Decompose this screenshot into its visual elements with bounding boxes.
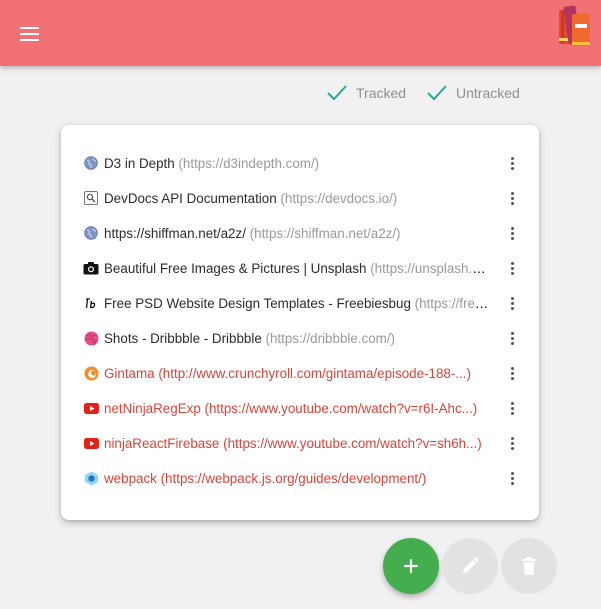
bookmark-row[interactable]: netNinjaRegExp (https://www.youtube.com/… bbox=[61, 393, 539, 423]
bookmark-url: (https://dribbble.com/) bbox=[265, 331, 396, 346]
tracked-filter-label: Tracked bbox=[356, 85, 407, 101]
bookmark-url: (https://freebiesbug.com/psd-freebies/) bbox=[414, 296, 492, 311]
bookmark-url: (http://www.crunchyroll.com/gintama/epis… bbox=[158, 366, 471, 381]
pencil-icon bbox=[463, 557, 479, 573]
bookmark-url: (https://webpack.js.org/guides/developme… bbox=[160, 471, 427, 486]
bookmark-row[interactable]: Gintama (http://www.crunchyroll.com/gint… bbox=[61, 358, 539, 388]
more-vertical-icon[interactable] bbox=[505, 433, 519, 453]
bookmark-row[interactable]: Beautiful Free Images & Pictures | Unspl… bbox=[61, 253, 539, 283]
more-vertical-icon[interactable] bbox=[505, 328, 519, 348]
bookmark-row[interactable]: Shots - Dribbble - Dribbble (https://dri… bbox=[61, 323, 539, 353]
add-bookmark-button[interactable] bbox=[383, 538, 439, 594]
untracked-filter[interactable]: Untracked bbox=[426, 82, 520, 104]
bookmark-url: (https://devdocs.io/) bbox=[280, 191, 398, 206]
filter-bar: Tracked Untracked bbox=[0, 82, 601, 104]
more-vertical-icon[interactable] bbox=[505, 153, 519, 173]
bookmark-title: Beautiful Free Images & Pictures | Unspl… bbox=[104, 261, 367, 276]
youtube-icon bbox=[83, 435, 99, 451]
bookmark-title: netNinjaRegExp bbox=[104, 401, 201, 416]
bookmark-title: ninjaReactFirebase bbox=[104, 436, 220, 451]
bookmark-title: webpack bbox=[104, 471, 157, 486]
bookmark-url: (https://unsplash.com/) bbox=[370, 261, 492, 276]
check-icon bbox=[327, 85, 347, 101]
more-vertical-icon[interactable] bbox=[505, 258, 519, 278]
edit-bookmark-button[interactable] bbox=[442, 538, 498, 594]
bookmark-url: (https://shiffman.net/a2z/) bbox=[249, 226, 401, 241]
webpack-icon bbox=[83, 470, 99, 486]
bookmark-row[interactable]: D3 in Depth (https://d3indepth.com/) bbox=[61, 148, 539, 178]
bookmark-title: Shots - Dribbble - Dribbble bbox=[104, 331, 262, 346]
bookmark-title: Free PSD Website Design Templates - Free… bbox=[104, 296, 411, 311]
plus-icon bbox=[403, 558, 419, 574]
devdocs-icon bbox=[83, 190, 99, 206]
bookmark-title: https://shiffman.net/a2z/ bbox=[104, 226, 246, 241]
more-vertical-icon[interactable] bbox=[505, 363, 519, 383]
books-logo-icon bbox=[559, 5, 590, 46]
bookmark-url: (https://d3indepth.com/) bbox=[178, 156, 320, 171]
tracked-filter[interactable]: Tracked bbox=[326, 82, 406, 104]
more-vertical-icon[interactable] bbox=[505, 188, 519, 208]
more-vertical-icon[interactable] bbox=[505, 293, 519, 313]
bookmark-list-card: D3 in Depth (https://d3indepth.com/) Dev… bbox=[61, 125, 539, 520]
globe-icon bbox=[83, 155, 99, 171]
youtube-icon bbox=[83, 400, 99, 416]
check-icon bbox=[427, 85, 447, 101]
bookmark-row[interactable]: https://shiffman.net/a2z/ (https://shiff… bbox=[61, 218, 539, 248]
camera-icon bbox=[83, 260, 99, 276]
hamburger-menu-icon[interactable] bbox=[16, 21, 44, 47]
more-vertical-icon[interactable] bbox=[505, 468, 519, 488]
globe-icon bbox=[83, 225, 99, 241]
bookmark-row[interactable]: Free PSD Website Design Templates - Free… bbox=[61, 288, 539, 318]
bookmark-row[interactable]: ninjaReactFirebase (https://www.youtube.… bbox=[61, 428, 539, 458]
freebiesbug-icon bbox=[83, 295, 99, 311]
delete-bookmark-button[interactable] bbox=[501, 538, 557, 594]
bookmark-url: (https://www.youtube.com/watch?v=r6I-Ahc… bbox=[204, 401, 478, 416]
bookmark-url: (https://www.youtube.com/watch?v=sh6h...… bbox=[223, 436, 482, 451]
app-bar bbox=[0, 0, 601, 66]
more-vertical-icon[interactable] bbox=[505, 223, 519, 243]
bookmark-title: DevDocs API Documentation bbox=[104, 191, 277, 206]
bookmark-title: D3 in Depth bbox=[104, 156, 175, 171]
trash-icon bbox=[522, 557, 536, 575]
untracked-filter-label: Untracked bbox=[456, 85, 520, 101]
crunchyroll-icon bbox=[83, 365, 99, 381]
bookmark-row[interactable]: webpack (https://webpack.js.org/guides/d… bbox=[61, 463, 539, 493]
bookmark-row[interactable]: DevDocs API Documentation (https://devdo… bbox=[61, 183, 539, 213]
more-vertical-icon[interactable] bbox=[505, 398, 519, 418]
bookmark-title: Gintama bbox=[104, 366, 155, 381]
dribbble-icon bbox=[83, 330, 99, 346]
